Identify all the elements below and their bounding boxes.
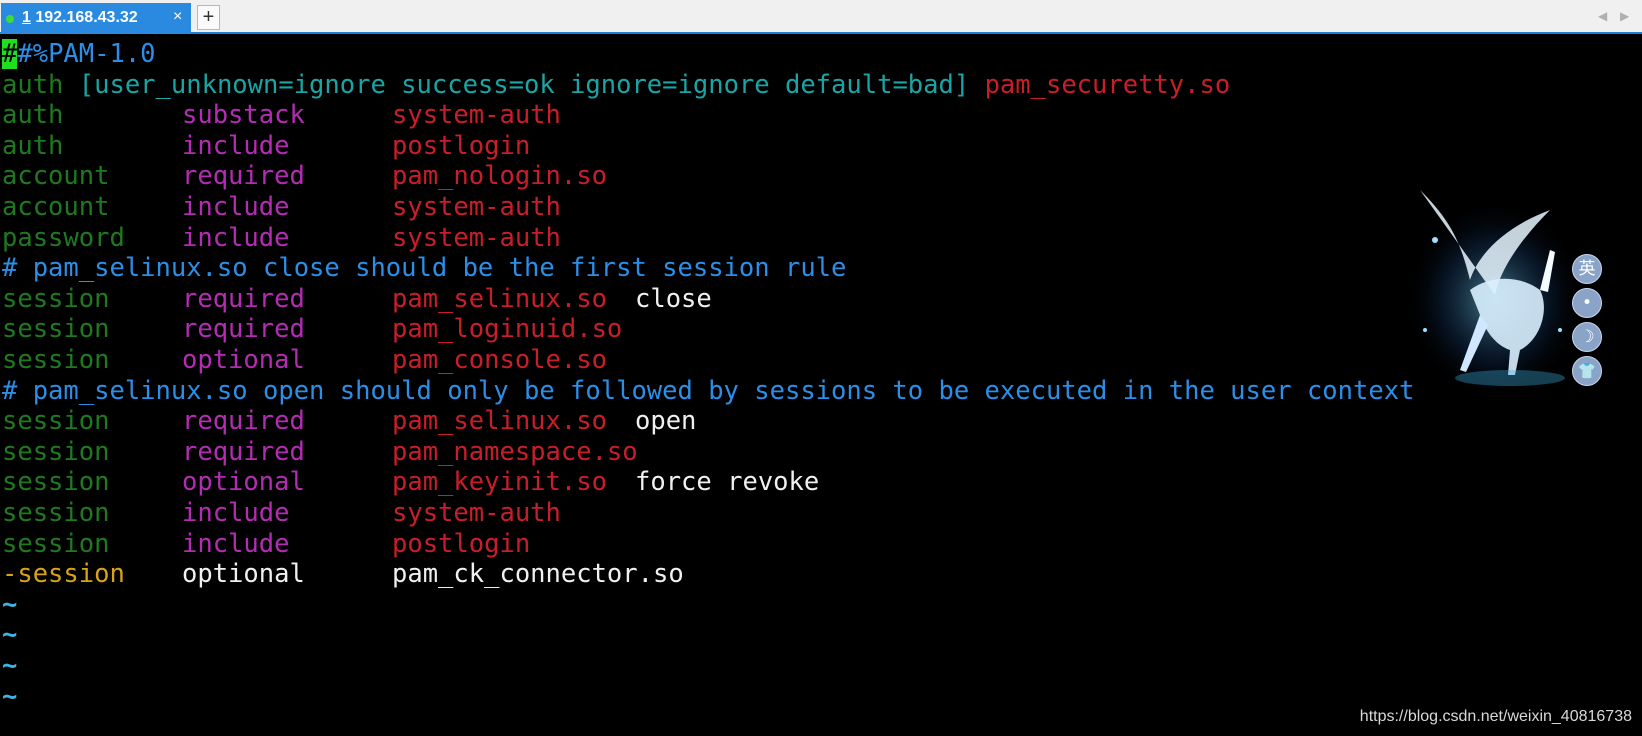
editor-line: session required pam_loginuid.so [0, 313, 1642, 345]
pam-module: pam_selinux.so [392, 283, 607, 314]
pam-type: session [2, 314, 110, 345]
pam-type: session [2, 528, 110, 559]
pam-arguments: open [635, 406, 697, 437]
pam-control: include [182, 528, 290, 559]
editor-line: ~ [0, 650, 1642, 682]
pam-arguments: force revoke [635, 467, 820, 498]
pam-type: session [2, 436, 110, 467]
tab-bar: 1 192.168.43.32 × + ◀ ▶ [0, 0, 1642, 34]
tab-number: 1 [22, 9, 31, 26]
editor-line: ~ [0, 619, 1642, 651]
pam-control: optional [182, 345, 305, 375]
editor-line: session include system-auth [0, 497, 1642, 529]
pam-control: include [182, 130, 290, 161]
editor-line: session include postlogin [0, 528, 1642, 560]
pam-control: required [182, 314, 305, 345]
pam-control: substack [182, 100, 305, 131]
pam-type: -session [2, 559, 125, 590]
pam-control: required [182, 406, 305, 437]
editor-line: password include system-auth [0, 222, 1642, 254]
pam-type: account [2, 161, 110, 192]
tab-session[interactable]: 1 192.168.43.32 × [1, 3, 191, 34]
ime-punctuation-button[interactable]: • [1572, 288, 1602, 318]
terminal-area[interactable]: ##%PAM-1.0 auth [user_unknown=ignore suc… [0, 34, 1642, 736]
pam-module: postlogin [392, 130, 531, 161]
pam-arguments: close [635, 283, 712, 314]
empty-line-tilde: ~ [2, 620, 18, 651]
pam-control: include [182, 498, 290, 528]
pam-control: optional [182, 467, 305, 498]
comment-text: # pam_selinux.so open should only be fol… [2, 375, 1415, 406]
editor-line: auth substack system-auth [0, 99, 1642, 131]
editor-line: session optional pam_console.so [0, 344, 1642, 376]
pam-type: session [2, 467, 110, 498]
pam-type: auth [2, 130, 64, 161]
editor-line: -session optional pam_ck_connector.so [0, 558, 1642, 590]
editor-line: # pam_selinux.so open should only be fol… [0, 375, 1642, 407]
editor-line: session required pam_namespace.so [0, 436, 1642, 468]
pam-module: system-auth [392, 222, 561, 253]
pegasus-mascot-image [1400, 180, 1585, 390]
ime-language-toggle[interactable]: 英 [1572, 254, 1602, 284]
pam-type: session [2, 345, 110, 375]
pam-type: auth [2, 70, 64, 100]
editor-line: session required pam_selinux.so close [0, 283, 1642, 315]
pam-type: session [2, 406, 110, 437]
pam-control: required [182, 161, 305, 192]
pam-type: session [2, 498, 110, 528]
pam-type: session [2, 283, 110, 314]
pam-type: auth [2, 100, 64, 131]
pam-control: include [182, 222, 290, 253]
line-text: #%PAM-1.0 [17, 39, 156, 69]
pam-module: pam_keyinit.so [392, 467, 607, 498]
text-cursor: # [2, 39, 18, 69]
editor-line: # pam_selinux.so close should be the fir… [0, 252, 1642, 284]
pam-module: pam_ck_connector.so [392, 559, 684, 590]
comment-text: # pam_selinux.so close should be the fir… [2, 253, 847, 284]
new-tab-button[interactable]: + [197, 5, 220, 30]
pam-module: system-auth [392, 498, 561, 528]
pam-module: pam_namespace.so [392, 436, 638, 467]
editor-line: account include system-auth [0, 191, 1642, 223]
pam-module: system-auth [392, 100, 561, 131]
close-tab-icon[interactable]: × [173, 8, 182, 26]
pam-module: pam_nologin.so [392, 161, 607, 192]
pam-module: system-auth [392, 192, 561, 222]
pam-control: required [182, 436, 305, 467]
pam-type: password [2, 222, 125, 253]
pam-module: pam_console.so [392, 345, 607, 375]
editor-line: session optional pam_keyinit.so force revok… [0, 466, 1642, 498]
editor-line: auth [user_unknown=ignore success=ok ign… [2, 69, 1230, 101]
pam-module: pam_securetty.so [984, 70, 1231, 100]
pam-type: account [2, 192, 110, 222]
tab-host: 192.168.43.32 [35, 9, 138, 26]
editor-line: ~ [0, 589, 1642, 621]
editor-line: account required pam_nologin.so [0, 160, 1642, 192]
empty-line-tilde: ~ [2, 651, 18, 681]
pam-module: postlogin [392, 528, 531, 559]
pam-module: pam_loginuid.so [392, 314, 623, 345]
ime-moon-icon[interactable]: ☽ [1572, 322, 1602, 352]
pam-module: pam_selinux.so [392, 406, 607, 437]
pam-control: optional [182, 559, 305, 590]
ime-skin-icon[interactable]: 👕 [1572, 356, 1602, 386]
pam-control: include [182, 192, 290, 222]
scroll-tabs-right-icon[interactable]: ▶ [1620, 9, 1629, 23]
scroll-tabs-left-icon[interactable]: ◀ [1598, 9, 1607, 23]
empty-line-tilde: ~ [2, 681, 18, 712]
editor-line: auth include postlogin [0, 130, 1642, 162]
editor-line: session required pam_selinux.so open [0, 405, 1642, 437]
watermark-url: https://blog.csdn.net/weixin_40816738 [1359, 708, 1632, 725]
pam-control: required [182, 283, 305, 314]
empty-line-tilde: ~ [2, 589, 18, 620]
editor-line: ##%PAM-1.0 [2, 38, 156, 70]
connection-status-icon [6, 15, 14, 23]
pam-control: [user_unknown=ignore success=ok ignore=i… [63, 70, 985, 100]
